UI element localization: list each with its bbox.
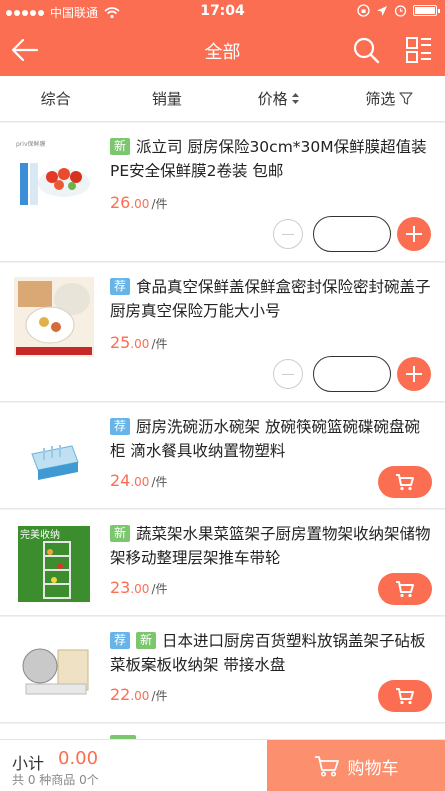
product-item[interactable]: 荐食品真空保鲜盖保鲜盒密封保险密封碗盖子厨房真空保险万能大小号 25.00/件 <box>0 263 445 402</box>
subtotal-value: 0.00 <box>58 748 99 769</box>
quantity-increase-button[interactable] <box>397 217 431 251</box>
product-item[interactable]: 荐新日本进口厨房百货塑料放锅盖架子砧板菜板案板收纳架 带接水盘 22.00/件 <box>0 617 445 723</box>
product-thumbnail: 完美收纳 <box>18 526 90 602</box>
cart-footer: 小计 0.00 共 0 种商品 0个 购物车 <box>0 739 445 791</box>
price-unit: /件 <box>151 337 168 351</box>
cart-icon <box>396 474 414 491</box>
price-integer: 22 <box>110 685 131 704</box>
price-decimal: .00 <box>130 337 150 351</box>
price-decimal: .00 <box>130 197 150 211</box>
filter-icon <box>399 92 413 105</box>
price-decimal: .00 <box>130 475 150 489</box>
location-icon <box>377 5 387 16</box>
price-integer: 26 <box>110 193 131 212</box>
product-price: 22.00/件 <box>110 685 168 704</box>
tag-new: 新 <box>110 525 131 542</box>
cart-summary-note: 共 0 种商品 0个 <box>12 773 99 787</box>
product-title: 新蔬菜架水果菜篮架子厨房置物架收纳架储物架移动整理层架推车带轮 <box>110 522 433 570</box>
sort-label: 筛选 <box>365 90 396 108</box>
cart-icon <box>396 688 414 705</box>
price-unit: /件 <box>151 582 168 596</box>
tag-new: 新 <box>136 632 157 649</box>
product-title: 荐厨房洗碗沥水碗架 放碗筷碗篮碗碟碗盘碗柜 滴水餐具收纳置物塑料 <box>110 415 433 463</box>
sort-bar: 综合 销量 价格 筛选 <box>0 76 445 122</box>
product-title-text: 厨房洗碗沥水碗架 放碗筷碗篮碗碟碗盘碗柜 滴水餐具收纳置物塑料 <box>110 418 420 460</box>
product-thumbnail <box>14 277 94 357</box>
status-bar: 中国联通 17:04 <box>0 0 445 24</box>
nav-bar: 全部 <box>0 24 445 76</box>
sort-label: 综合 <box>40 90 71 108</box>
svg-text:priv保鲜膜: priv保鲜膜 <box>16 140 46 148</box>
alarm-icon <box>394 5 407 17</box>
rotation-lock-icon <box>357 4 370 17</box>
status-icons <box>357 4 440 17</box>
product-title: 新派立司 厨房保险30cm*30M保鲜膜超值装PE安全保鲜膜2卷装 包邮 <box>110 135 433 183</box>
cart-button[interactable]: 购物车 <box>267 740 445 791</box>
product-item[interactable]: 荐厨房洗碗沥水碗架 放碗筷碗篮碗碟碗盘碗柜 滴水餐具收纳置物塑料 24.00/件 <box>0 403 445 509</box>
add-to-cart-button[interactable] <box>378 680 432 712</box>
tag-recommended: 荐 <box>110 418 131 435</box>
sort-comprehensive[interactable]: 综合 <box>0 88 111 109</box>
product-item[interactable]: priv保鲜膜 新派立司 厨房保险30cm*30M保鲜膜超值装PE安全保鲜膜2卷… <box>0 123 445 262</box>
add-to-cart-button[interactable] <box>378 573 432 605</box>
product-price: 26.00/件 <box>110 193 168 212</box>
search-icon[interactable] <box>352 36 380 64</box>
cart-icon <box>314 756 339 777</box>
sort-filter[interactable]: 筛选 <box>334 88 445 109</box>
product-title-text: 蔬菜架水果菜篮架子厨房置物架收纳架储物架移动整理层架推车带轮 <box>110 525 431 567</box>
price-decimal: .00 <box>130 582 150 596</box>
product-price: 24.00/件 <box>110 471 168 490</box>
price-integer: 23 <box>110 578 131 597</box>
price-integer: 24 <box>110 471 131 490</box>
add-to-cart-button[interactable] <box>378 466 432 498</box>
sort-label: 价格 <box>257 90 288 108</box>
layout-switch-icon[interactable] <box>405 36 433 64</box>
quantity-increase-button[interactable] <box>397 357 431 391</box>
product-title: 荐食品真空保鲜盖保鲜盒密封保险密封碗盖子厨房真空保险万能大小号 <box>110 275 433 323</box>
price-unit: /件 <box>151 689 168 703</box>
quantity-decrease-button[interactable] <box>273 219 303 249</box>
thumbnail-caption: 完美收纳 <box>20 528 60 541</box>
sort-sales[interactable]: 销量 <box>111 88 222 109</box>
product-price: 23.00/件 <box>110 578 168 597</box>
product-thumbnail <box>14 416 94 496</box>
product-title-text: 日本进口厨房百货塑料放锅盖架子砧板菜板案板收纳架 带接水盘 <box>110 632 426 674</box>
quantity-input[interactable] <box>313 356 391 392</box>
sort-label: 销量 <box>151 90 182 108</box>
tag-recommended: 荐 <box>110 632 131 649</box>
sort-toggle-icon <box>291 93 299 104</box>
cart-button-label: 购物车 <box>347 758 399 779</box>
tag-new: 新 <box>110 138 131 155</box>
price-unit: /件 <box>151 475 168 489</box>
product-title-text: 食品真空保鲜盖保鲜盒密封保险密封碗盖子厨房真空保险万能大小号 <box>110 278 431 320</box>
price-integer: 25 <box>110 333 131 352</box>
price-unit: /件 <box>151 197 168 211</box>
tag-recommended: 荐 <box>110 278 131 295</box>
product-thumbnail <box>14 630 94 710</box>
quantity-decrease-button[interactable] <box>273 359 303 389</box>
battery-icon <box>413 5 440 16</box>
sort-price[interactable]: 价格 <box>223 88 334 109</box>
quantity-input[interactable] <box>313 216 391 252</box>
product-thumbnail: priv保鲜膜 <box>14 137 94 217</box>
price-decimal: .00 <box>130 689 150 703</box>
product-item[interactable]: 完美收纳 新蔬菜架水果菜篮架子厨房置物架收纳架储物架移动整理层架推车带轮 23.… <box>0 510 445 616</box>
cart-icon <box>396 581 414 598</box>
product-title-text: 派立司 厨房保险30cm*30M保鲜膜超值装PE安全保鲜膜2卷装 包邮 <box>110 138 427 180</box>
product-price: 25.00/件 <box>110 333 168 352</box>
product-title: 荐新日本进口厨房百货塑料放锅盖架子砧板菜板案板收纳架 带接水盘 <box>110 629 433 677</box>
